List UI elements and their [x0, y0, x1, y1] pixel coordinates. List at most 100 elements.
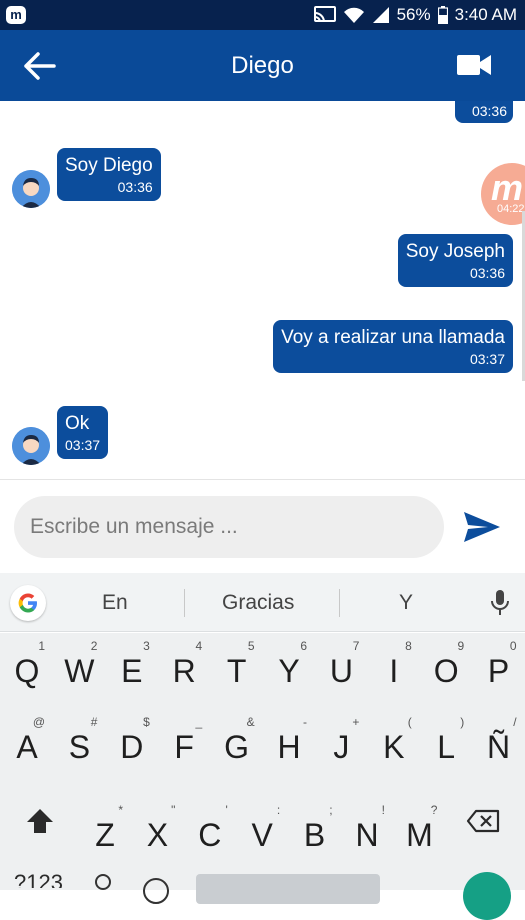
signal-icon — [372, 7, 389, 23]
message-bubble-outgoing: Voy a realizar una llamada 03:37 — [273, 320, 513, 373]
user-avatar-icon — [12, 170, 50, 208]
message-text: Voy a realizar una llamada — [281, 327, 505, 348]
key-alt-label: ) — [460, 715, 465, 729]
key-alt-label: 7 — [352, 639, 360, 653]
key-label: L — [437, 729, 456, 765]
key-q[interactable]: 1Q — [1, 633, 53, 693]
key-label: C — [198, 817, 222, 853]
key-v[interactable]: :V — [236, 797, 288, 857]
key-s[interactable]: # S — [53, 709, 105, 769]
key-alt-label: 6 — [300, 639, 307, 653]
key-alt-label: ? — [430, 803, 438, 817]
key-label: U — [329, 653, 353, 689]
google-g-icon[interactable] — [10, 585, 46, 621]
message-bubble-outgoing: Soy Joseph 03:36 — [397, 234, 513, 287]
key-r[interactable]: 4R — [158, 633, 210, 693]
key-label: W — [64, 653, 95, 689]
key-label: D — [120, 729, 144, 765]
key-label: G — [224, 729, 250, 765]
symbols-key[interactable]: ?123 — [14, 870, 63, 888]
space-bar[interactable] — [196, 874, 380, 904]
key-label: R — [172, 653, 196, 689]
key-alt-label: 9 — [457, 639, 465, 653]
key-label: I — [389, 653, 399, 689]
message-time: 03:36 — [117, 179, 153, 195]
suggestion-separator — [339, 589, 340, 617]
key-c[interactable]: ' C — [184, 797, 236, 857]
key-label: O — [433, 653, 459, 689]
key-alt-label: # — [90, 715, 98, 729]
message-text: Ok — [65, 413, 90, 434]
emoji-icon[interactable] — [95, 874, 111, 890]
key-label: J — [333, 729, 350, 765]
key-l[interactable]: ) L — [420, 709, 472, 769]
key-e[interactable]: 3E — [106, 633, 158, 693]
key-alt-label: - — [303, 715, 307, 729]
message-time: 03:37 — [469, 351, 505, 367]
app-bar: Diego — [0, 30, 525, 101]
chat-messages[interactable]: 03:36 Soy Diego 03:36 Soy Joseph 03:36 V… — [0, 101, 525, 479]
avatar — [12, 427, 50, 465]
key-k[interactable]: (K — [368, 709, 420, 769]
key-h[interactable]: -H — [263, 709, 315, 769]
message-bubble-incoming: Ok 03:37 — [57, 406, 109, 459]
message-bubble-partial: 03:36 — [455, 101, 513, 123]
key-alt-label: " — [171, 803, 176, 817]
key-alt-label: & — [246, 715, 255, 729]
key-j[interactable]: + J — [315, 709, 367, 769]
key-alt-label: 1 — [38, 639, 45, 653]
message-text: Soy Joseph — [405, 241, 505, 262]
microphone-icon[interactable] — [489, 589, 511, 617]
suggestion-1[interactable]: En — [102, 591, 128, 615]
key-d[interactable]: $ D — [106, 709, 158, 769]
message-bubble-incoming: Soy Diego 03:36 — [57, 148, 161, 201]
cast-icon — [313, 6, 336, 23]
floating-chat-head[interactable]: m 04:22 — [481, 163, 525, 225]
key-alt-label: $ — [143, 715, 150, 729]
key-w[interactable]: 2W — [53, 633, 105, 693]
key-label: H — [277, 729, 301, 765]
key-alt-label: / — [513, 715, 517, 729]
message-input[interactable] — [14, 496, 444, 558]
key-alt-label: ! — [381, 803, 385, 817]
key-i[interactable]: 8I — [368, 633, 420, 693]
message-time: 03:37 — [65, 437, 101, 453]
suggestion-separator — [184, 589, 185, 617]
key-f[interactable]: _ F — [158, 709, 210, 769]
keyboard-suggestion-bar: En Gracias Y — [0, 573, 525, 632]
key-n[interactable]: ! N — [341, 797, 393, 857]
video-call-icon[interactable] — [457, 54, 491, 76]
key-alt-label: 4 — [195, 639, 203, 653]
floating-time: 04:22 — [497, 203, 525, 215]
key-g[interactable]: & G — [211, 709, 263, 769]
key-z[interactable]: * Z — [79, 797, 131, 857]
key-label: S — [68, 729, 91, 765]
shift-icon[interactable] — [25, 807, 55, 835]
key-y[interactable]: 6Y — [263, 633, 315, 693]
key-alt-label: 2 — [90, 639, 98, 653]
key-alt-label: + — [352, 715, 360, 729]
enter-key[interactable] — [463, 872, 511, 920]
backspace-icon[interactable] — [466, 809, 500, 833]
key-a[interactable]: @ A — [1, 709, 53, 769]
suggestion-3[interactable]: Y — [399, 591, 413, 615]
key-t[interactable]: 5T — [211, 633, 263, 693]
key-x[interactable]: " X — [131, 797, 183, 857]
key-b[interactable]: ; B — [289, 797, 341, 857]
key-alt-label: 8 — [405, 639, 412, 653]
battery-percent: 56% — [396, 5, 431, 24]
keyboard-bottom-row-partial: ?123 — [0, 870, 525, 920]
key-o[interactable]: 9O — [420, 633, 472, 693]
key-alt-label: 0 — [509, 639, 517, 653]
app-notification-icon: m — [6, 6, 26, 24]
key-label: Q — [14, 653, 40, 689]
key-u[interactable]: 7U — [315, 633, 367, 693]
key-ñ[interactable]: / Ñ — [473, 709, 525, 769]
key-label: T — [226, 653, 247, 689]
key-m[interactable]: ? M — [393, 797, 445, 857]
globe-icon[interactable] — [143, 878, 169, 904]
send-icon[interactable] — [462, 510, 502, 544]
battery-icon — [437, 6, 448, 24]
key-p[interactable]: 0P — [473, 633, 525, 693]
suggestion-2[interactable]: Gracias — [222, 591, 294, 615]
